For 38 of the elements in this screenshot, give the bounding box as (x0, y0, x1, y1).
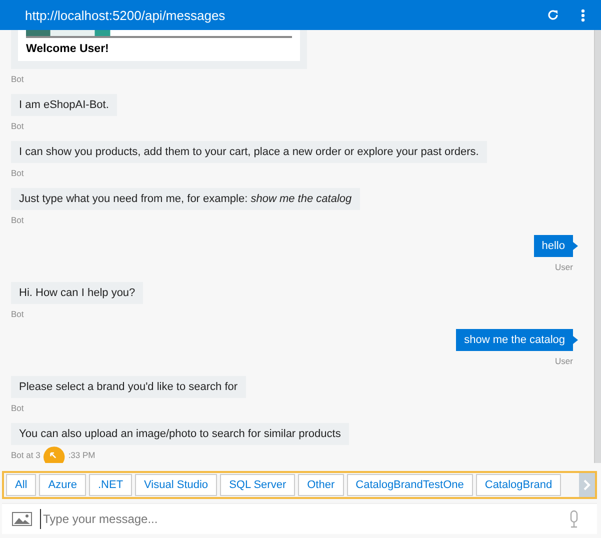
bubble-tail-icon (573, 242, 578, 250)
card-title: Welcome User! (26, 43, 110, 55)
sender-label: Bot (11, 168, 24, 178)
suggested-action-button[interactable]: CatalogBrand (476, 474, 562, 496)
message-bubble: show me the catalog (456, 329, 573, 351)
sender-label: Bot (11, 121, 24, 131)
sender-label: Bot (11, 74, 24, 84)
suggested-action-button[interactable]: Visual Studio (135, 474, 218, 496)
refresh-icon[interactable] (547, 9, 559, 21)
suggested-action-button[interactable]: CatalogBrandTestOne (346, 474, 473, 496)
window-title: http://localhost:5200/api/messages (25, 8, 226, 22)
sender-label: User (555, 356, 573, 366)
timestamp: :33 PM (68, 450, 96, 460)
sender-label: User (555, 262, 573, 272)
microphone-icon[interactable] (569, 510, 579, 528)
message-bubble: Just type what you need from me, for example: show me the catalog (11, 188, 360, 210)
more-icon[interactable] (581, 8, 585, 22)
message-bubble: I am eShopAI-Bot. (11, 94, 117, 116)
suggested-action-button[interactable]: .NET (88, 474, 132, 496)
sender-label: Bot (11, 215, 24, 225)
image-upload-icon[interactable] (12, 512, 32, 526)
message-bubble: You can also upload an image/photo to search for similar products (11, 423, 349, 445)
suggested-action-button[interactable]: SQL Server (220, 474, 296, 496)
callout-marker-icon (42, 445, 66, 463)
sender-label: Bot (11, 309, 24, 319)
scrollbar[interactable] (594, 30, 601, 463)
message-bubble: I can show you products, add them to your cart, place a new order or explore your past orders. (11, 141, 487, 163)
suggested-action-button[interactable]: All (6, 474, 36, 496)
message-bubble: hello (534, 235, 573, 257)
chevron-right-icon (583, 479, 591, 491)
message-bubble: Please select a brand you'd like to search for (11, 376, 246, 398)
input-bar[interactable]: Type your message... (2, 503, 597, 534)
bubble-tail-icon (573, 336, 578, 344)
suggested-action-button[interactable]: Azure (39, 474, 86, 496)
message-bubble: Hi. How can I help you? (11, 282, 144, 304)
sender-label: Bot (11, 403, 24, 413)
timestamp: Bot at 3 (11, 450, 40, 460)
suggested-action-button[interactable]: Other (298, 474, 344, 496)
